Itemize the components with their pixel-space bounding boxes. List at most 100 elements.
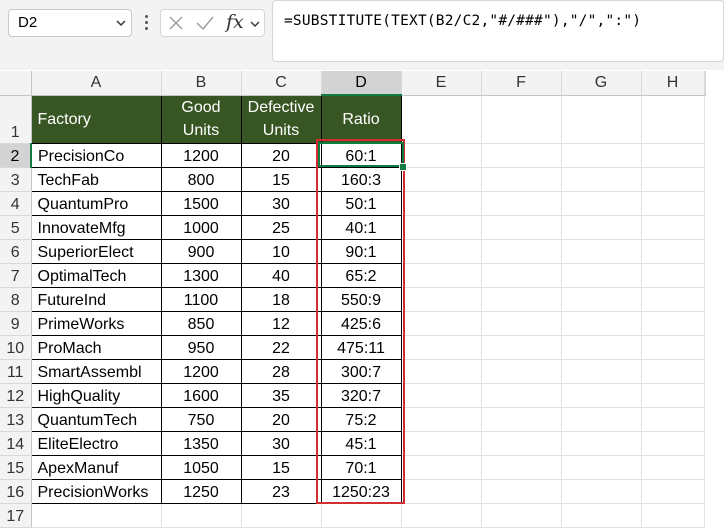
empty-cell[interactable] — [481, 95, 562, 144]
cell-factory[interactable]: TechFab — [30, 166, 162, 192]
cell-ratio[interactable]: 550:9 — [320, 286, 402, 312]
cell-defective-units[interactable]: 40 — [240, 262, 322, 288]
cell-factory[interactable]: ProMach — [30, 334, 162, 360]
cell-ratio[interactable]: 1250:23 — [320, 478, 402, 504]
empty-cell[interactable] — [481, 311, 562, 336]
empty-cell[interactable] — [561, 311, 642, 336]
empty-cell[interactable] — [641, 407, 705, 432]
empty-cell[interactable] — [481, 287, 562, 312]
empty-cell[interactable] — [401, 455, 482, 480]
row-header[interactable]: 11 — [0, 359, 32, 384]
empty-cell[interactable] — [641, 95, 705, 144]
empty-cell[interactable] — [561, 455, 642, 480]
empty-cell[interactable] — [401, 287, 482, 312]
empty-cell[interactable] — [641, 503, 705, 528]
cell-ratio[interactable]: 50:1 — [320, 190, 402, 216]
empty-cell[interactable] — [401, 407, 482, 432]
cell-factory[interactable]: PrecisionWorks — [30, 478, 162, 504]
cell-defective-units[interactable]: 25 — [240, 214, 322, 240]
cell-factory[interactable]: PrecisionCo — [30, 142, 162, 168]
cell-good-units[interactable]: 800 — [160, 166, 242, 192]
empty-cell[interactable] — [561, 95, 642, 144]
cell-factory[interactable]: FutureInd — [30, 286, 162, 312]
empty-cell[interactable] — [641, 215, 705, 240]
column-header-d[interactable]: D — [321, 71, 402, 96]
empty-cell[interactable] — [561, 263, 642, 288]
cell-good-units[interactable]: 950 — [160, 334, 242, 360]
cell-good-units[interactable]: 850 — [160, 310, 242, 336]
empty-cell[interactable] — [401, 431, 482, 456]
header-cell-ratio[interactable]: Ratio — [320, 94, 402, 144]
empty-cell[interactable] — [401, 383, 482, 408]
cell-defective-units[interactable]: 22 — [240, 334, 322, 360]
fill-handle[interactable] — [399, 163, 407, 171]
formula-input[interactable]: =SUBSTITUTE(TEXT(B2/C2,"#/###"),"/",":") — [272, 0, 724, 62]
cell-defective-units[interactable]: 18 — [240, 286, 322, 312]
row-header[interactable]: 15 — [0, 455, 32, 480]
cell-ratio[interactable]: 160:3 — [320, 166, 402, 192]
empty-cell[interactable] — [561, 359, 642, 384]
cell-defective-units[interactable]: 30 — [240, 430, 322, 456]
cell-factory[interactable]: HighQuality — [30, 382, 162, 408]
more-options-icon[interactable] — [142, 13, 150, 35]
empty-cell[interactable] — [641, 431, 705, 456]
cell-factory[interactable]: InnovateMfg — [30, 214, 162, 240]
empty-cell[interactable] — [401, 215, 482, 240]
empty-cell[interactable] — [481, 143, 562, 168]
cell-factory[interactable]: QuantumPro — [30, 190, 162, 216]
column-header-c[interactable]: C — [241, 71, 322, 96]
empty-cell[interactable] — [481, 503, 562, 528]
row-header[interactable]: 13 — [0, 407, 32, 432]
cell-defective-units[interactable]: 35 — [240, 382, 322, 408]
row-header[interactable]: 6 — [0, 239, 32, 264]
empty-cell[interactable] — [31, 503, 162, 528]
cell-factory[interactable]: SmartAssembl — [30, 358, 162, 384]
column-header-h[interactable]: H — [641, 71, 705, 96]
empty-cell[interactable] — [561, 143, 642, 168]
cell-good-units[interactable]: 1200 — [160, 142, 242, 168]
empty-cell[interactable] — [641, 239, 705, 264]
row-header[interactable]: 14 — [0, 431, 32, 456]
empty-cell[interactable] — [401, 95, 482, 144]
empty-cell[interactable] — [641, 479, 705, 504]
empty-cell[interactable] — [321, 503, 402, 528]
cell-good-units[interactable]: 1600 — [160, 382, 242, 408]
empty-cell[interactable] — [241, 503, 322, 528]
empty-cell[interactable] — [641, 359, 705, 384]
empty-cell[interactable] — [641, 287, 705, 312]
header-cell-good-units[interactable]: Good Units — [160, 94, 242, 144]
cell-ratio[interactable]: 65:2 — [320, 262, 402, 288]
cell-factory[interactable]: OptimalTech — [30, 262, 162, 288]
cell-good-units[interactable]: 900 — [160, 238, 242, 264]
empty-cell[interactable] — [481, 215, 562, 240]
cancel-icon[interactable] — [167, 14, 185, 32]
column-header-overflow[interactable] — [704, 71, 706, 96]
empty-cell[interactable] — [481, 191, 562, 216]
row-header[interactable]: 5 — [0, 215, 32, 240]
cell-defective-units[interactable]: 10 — [240, 238, 322, 264]
empty-cell[interactable] — [641, 263, 705, 288]
cell-good-units[interactable]: 1500 — [160, 190, 242, 216]
chevron-down-icon[interactable] — [115, 17, 127, 29]
empty-cell[interactable] — [641, 335, 705, 360]
cell-good-units[interactable]: 1200 — [160, 358, 242, 384]
empty-cell[interactable] — [641, 143, 705, 168]
cell-ratio[interactable]: 425:6 — [320, 310, 402, 336]
empty-cell[interactable] — [481, 263, 562, 288]
row-header[interactable]: 16 — [0, 479, 32, 504]
cell-ratio[interactable]: 70:1 — [320, 454, 402, 480]
empty-cell[interactable] — [641, 455, 705, 480]
empty-cell[interactable] — [561, 215, 642, 240]
cell-good-units[interactable]: 1250 — [160, 478, 242, 504]
cell-defective-units[interactable]: 20 — [240, 142, 322, 168]
column-header-g[interactable]: G — [561, 71, 642, 96]
cell-factory[interactable]: PrimeWorks — [30, 310, 162, 336]
empty-cell[interactable] — [401, 167, 482, 192]
empty-cell[interactable] — [401, 311, 482, 336]
column-header-a[interactable]: A — [31, 71, 162, 96]
cell-ratio[interactable]: 475:11 — [320, 334, 402, 360]
cell-good-units[interactable]: 750 — [160, 406, 242, 432]
header-cell-factory[interactable]: Factory — [30, 94, 162, 144]
cell-ratio[interactable]: 40:1 — [320, 214, 402, 240]
empty-cell[interactable] — [481, 359, 562, 384]
